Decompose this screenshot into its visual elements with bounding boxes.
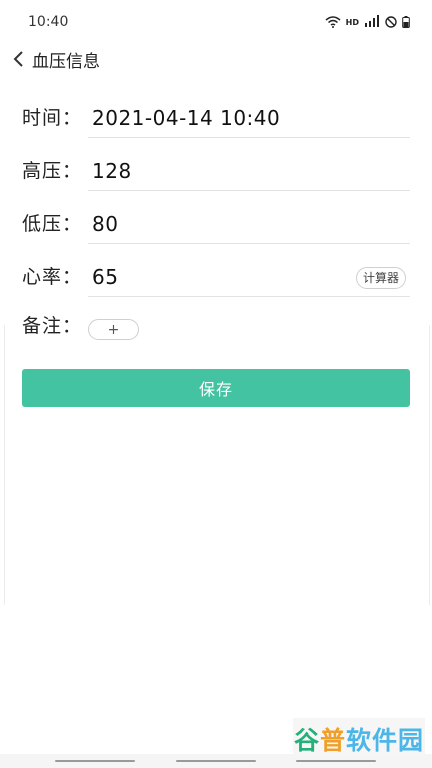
systolic-row: 高压： 128 — [22, 143, 410, 191]
do-not-disturb-icon — [385, 16, 397, 28]
status-icons: HD — [325, 15, 410, 29]
system-nav-bar — [0, 754, 432, 768]
time-field[interactable]: 2021-04-14 10:40 — [88, 97, 410, 138]
diastolic-label: 低压： — [22, 213, 83, 235]
note-row: 备注： + — [22, 298, 410, 346]
battery-icon — [402, 16, 410, 28]
heart-rate-value: 65 — [92, 265, 119, 289]
heart-rate-row: 心率： 65 计算器 — [22, 249, 410, 297]
left-divider — [4, 325, 5, 605]
page-title: 血压信息 — [32, 51, 100, 72]
add-note-button[interactable]: + — [88, 319, 139, 340]
nav-indicator-left[interactable] — [55, 760, 135, 762]
diastolic-row: 低压： 80 — [22, 196, 410, 244]
watermark-part-3: 软件园 — [346, 726, 425, 755]
wifi-icon — [325, 16, 341, 28]
time-label: 时间： — [22, 107, 83, 129]
time-row: 时间： 2021-04-14 10:40 — [22, 90, 410, 138]
hd-icon: HD — [345, 17, 359, 27]
heart-rate-field[interactable]: 65 计算器 — [88, 256, 410, 297]
nav-indicator-center[interactable] — [176, 760, 256, 762]
systolic-label: 高压： — [22, 160, 83, 182]
systolic-value: 128 — [92, 159, 132, 183]
note-label: 备注： — [22, 315, 83, 337]
calculator-button[interactable]: 计算器 — [355, 267, 406, 289]
nav-indicator-right[interactable] — [296, 760, 376, 762]
plus-icon: + — [107, 321, 120, 338]
right-divider — [429, 325, 430, 605]
heart-rate-label: 心率： — [22, 266, 83, 288]
diastolic-value: 80 — [92, 212, 119, 236]
watermark-part-2: 普 — [319, 726, 346, 755]
status-bar: 10:40 HD — [0, 0, 432, 44]
save-button[interactable]: 保存 — [22, 369, 410, 407]
time-value: 2021-04-14 10:40 — [92, 106, 281, 130]
diastolic-field[interactable]: 80 — [88, 203, 410, 244]
signal-icon — [364, 15, 380, 29]
systolic-field[interactable]: 128 — [88, 150, 410, 191]
chevron-left-icon[interactable] — [6, 40, 30, 78]
watermark-part-1: 谷 — [293, 726, 320, 755]
status-time: 10:40 — [28, 14, 69, 30]
title-bar: 血压信息 — [0, 40, 432, 78]
